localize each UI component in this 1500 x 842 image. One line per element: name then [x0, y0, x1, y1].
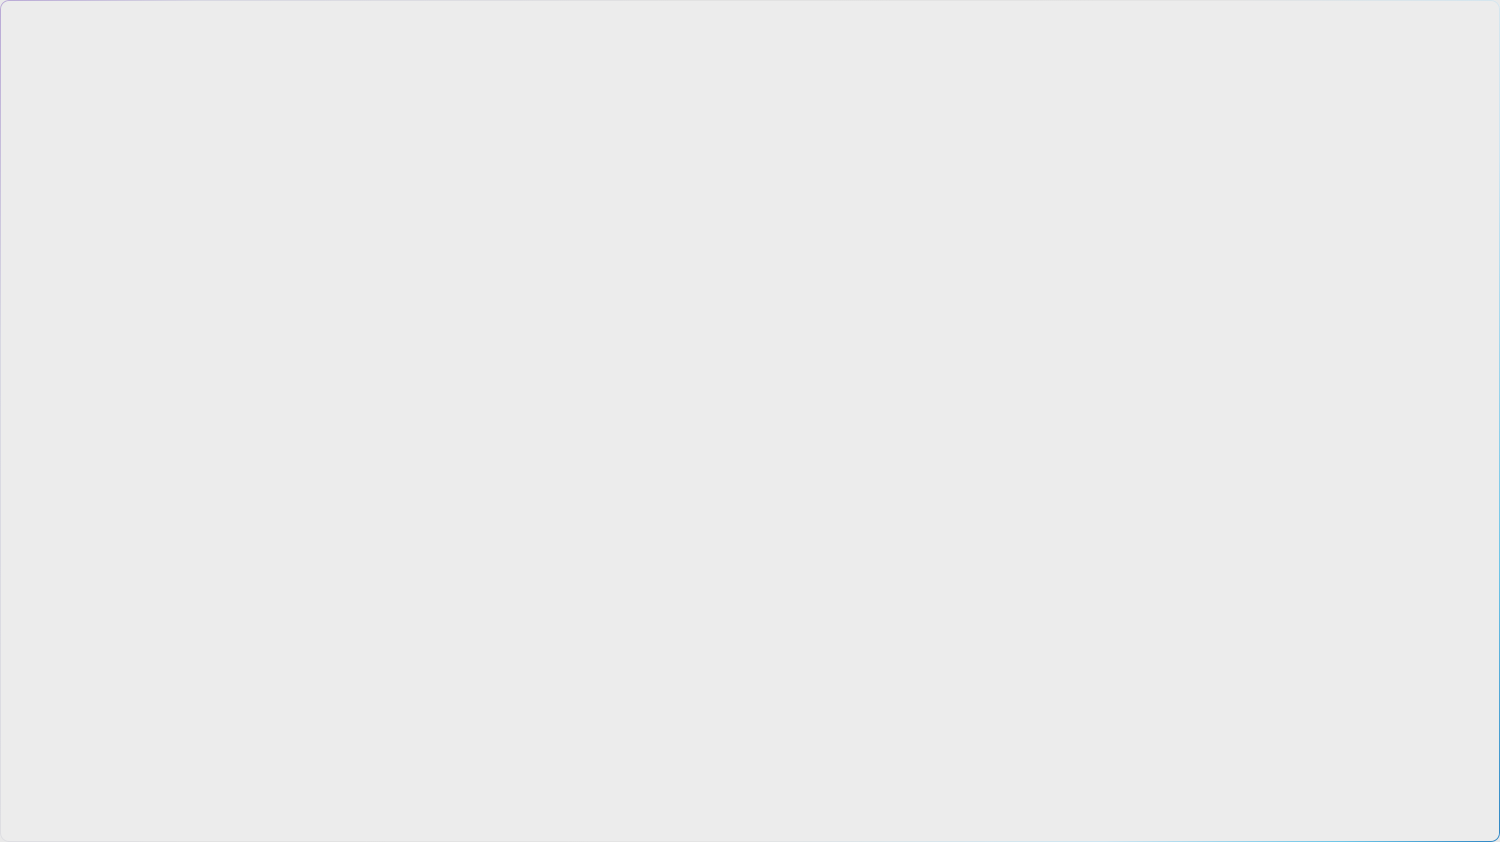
feature-item-location-privacy: Keep your location private With IP addre… — [184, 593, 1316, 710]
status-value: On — [431, 232, 480, 271]
data-reset-note: 21 days until reset — [431, 391, 535, 407]
wifi-lock-icon — [184, 744, 205, 765]
shield-check-icon — [184, 511, 205, 532]
privacy-protection-card: Privacy protection On Data used 3 GB 21 … — [136, 175, 1364, 795]
maximize-icon — [1424, 16, 1435, 28]
data-used-label: Data used — [431, 339, 498, 356]
feature-description: We encrypt your internet connection to h… — [216, 778, 758, 795]
page-content: Back Privacy protection On Data used 3 G… — [0, 44, 1500, 842]
feature-description: With IP address masking, your device loc… — [216, 662, 870, 679]
globe-lock-icon — [184, 627, 205, 648]
feature-item-secure-connection: Get a more secure connection We encrypt … — [184, 710, 1316, 795]
chevron-left-icon — [153, 123, 164, 139]
status-block: Privacy protection On Data used 3 GB 21 … — [431, 210, 548, 432]
feature-learn-more-link[interactable]: Learn more — [1216, 546, 1282, 561]
ellipsis-icon — [1235, 20, 1253, 24]
app-window: Microsoft Defender Privacy protection ? — [0, 0, 1500, 842]
data-used-value: 3 GB — [431, 363, 471, 383]
more-options-button[interactable] — [1221, 3, 1267, 41]
data-learn-more-link[interactable]: Learn more — [431, 415, 497, 430]
feature-header: Stay safer on public Wi-Fi — [184, 511, 1316, 532]
status-label: Privacy protection — [431, 210, 549, 226]
feature-description-text: Protect yourself from unsecured networks… — [216, 546, 1213, 562]
card-status-section: Privacy protection On Data used 3 GB 21 … — [136, 175, 1364, 477]
privacy-protection-toggle[interactable] — [431, 287, 498, 320]
minimize-button[interactable] — [1359, 0, 1406, 44]
feature-item-wifi-safety: Stay safer on public Wi-Fi Protect yours… — [184, 477, 1316, 594]
close-button[interactable] — [1453, 0, 1500, 44]
title-bar-actions: ? — [1221, 0, 1500, 44]
feature-header: Get a more secure connection — [184, 744, 1316, 765]
feature-list: Stay safer on public Wi-Fi Protect yours… — [136, 477, 1364, 795]
feature-header: Keep your location private — [184, 627, 1316, 648]
title-bar: Microsoft Defender Privacy protection ? — [0, 0, 1500, 44]
feature-title: Get a more secure connection — [216, 744, 454, 763]
feature-title: Keep your location private — [216, 628, 425, 647]
back-button[interactable]: Back — [136, 112, 236, 150]
back-button-label: Back — [174, 122, 211, 140]
feature-description: Protect yourself from unsecured networks… — [216, 543, 1316, 566]
minimize-icon — [1377, 21, 1388, 23]
question-mark-icon: ? — [1279, 11, 1301, 33]
maximize-button[interactable] — [1406, 0, 1453, 44]
privacy-shield-illustration — [210, 220, 440, 440]
avatar[interactable] — [1322, 8, 1350, 36]
toggle-knob — [470, 291, 494, 316]
close-icon — [1471, 16, 1482, 28]
help-button[interactable]: ? — [1267, 3, 1313, 41]
feature-title: Stay safer on public Wi-Fi — [216, 512, 419, 530]
